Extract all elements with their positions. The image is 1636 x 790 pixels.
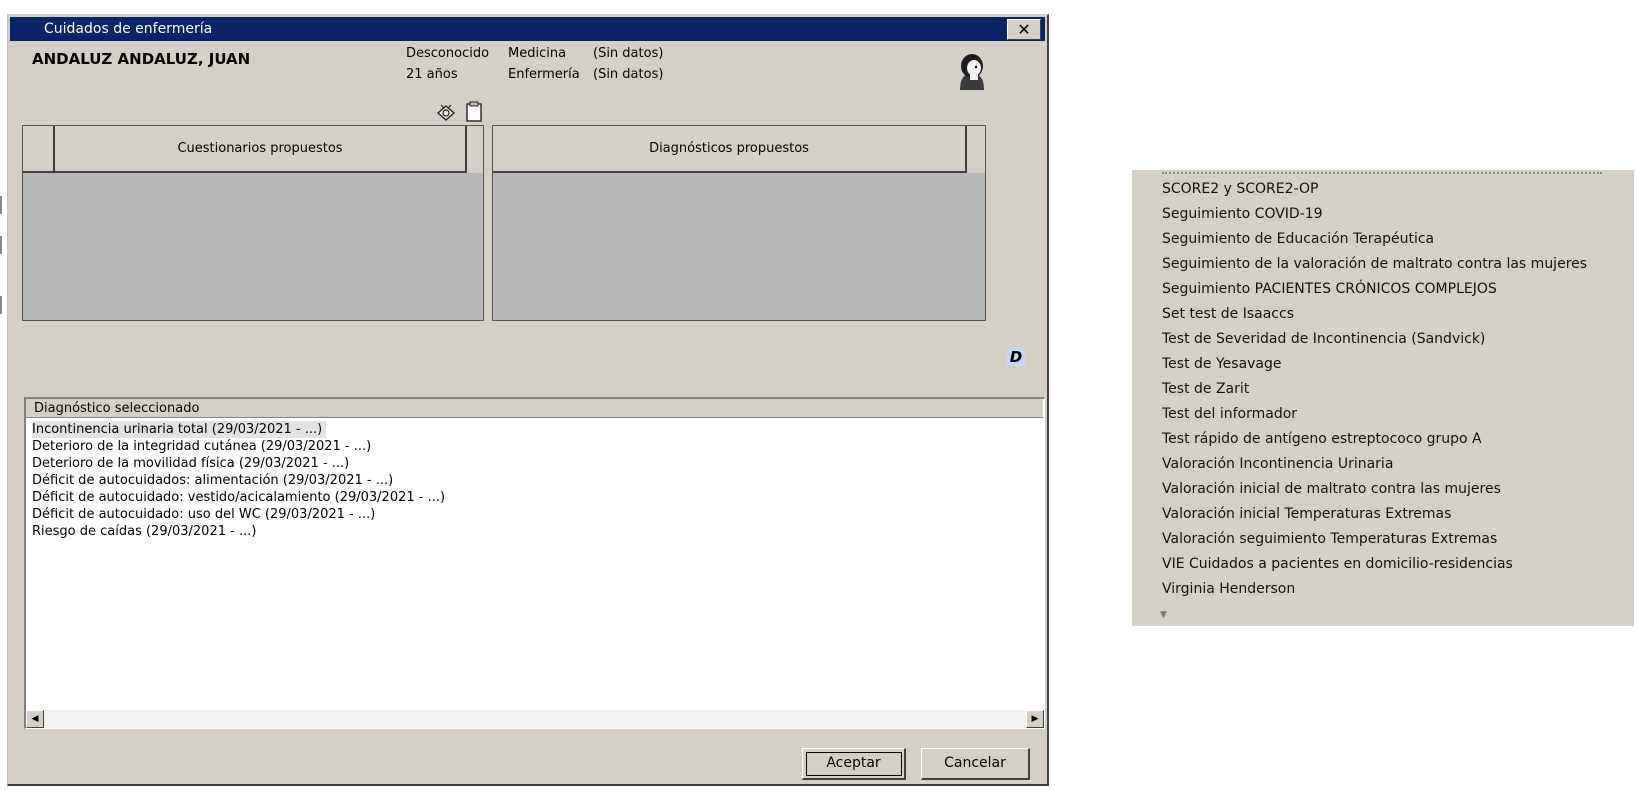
background-edge-mark (0, 236, 2, 254)
clipboard-icon[interactable] (464, 101, 486, 122)
dropdown-item[interactable]: Valoración inicial Temperaturas Extremas (1162, 506, 1451, 522)
dropdown-item[interactable]: Test del informador (1162, 406, 1297, 422)
dropdown-item[interactable]: VIE Cuidados a pacientes en domicilio-re… (1162, 556, 1513, 572)
list-item[interactable]: Deterioro de la integridad cutánea (29/0… (32, 438, 371, 455)
list-item[interactable]: Riesgo de caídas (29/03/2021 - ...) (32, 523, 256, 540)
dropdown-item[interactable]: Valoración inicial de maltrato contra la… (1162, 481, 1501, 497)
scroll-right-icon[interactable]: ▶ (1026, 710, 1044, 728)
list-item[interactable]: Deterioro de la movilidad física (29/03/… (32, 455, 349, 472)
diagnoses-header-filler (967, 126, 985, 173)
d-button[interactable]: D (1007, 348, 1025, 366)
questionnaires-header-filler (467, 126, 483, 173)
diagnoses-panel: Diagnósticos propuestos (492, 125, 986, 321)
accept-button[interactable]: Aceptar (802, 748, 906, 780)
medicina-label: Medicina (508, 46, 567, 61)
list-item[interactable]: Déficit de autocuidado: uso del WC (29/0… (32, 506, 375, 523)
dropdown-item[interactable]: Test de Severidad de Incontinencia (Sand… (1162, 331, 1485, 347)
patient-sex: Desconocido (406, 46, 490, 61)
diagnoses-header[interactable]: Diagnósticos propuestos (493, 126, 967, 173)
cancel-label: Cancelar (944, 755, 1006, 771)
horizontal-scrollbar[interactable]: ◀ ▶ (26, 710, 1044, 728)
close-button[interactable]: ✕ (1007, 19, 1041, 40)
questionnaires-panel: Cuestionarios propuestos (22, 125, 484, 321)
accept-label: Aceptar (826, 755, 881, 771)
selected-diagnosis-list: Diagnóstico seleccionado Incontinencia u… (24, 397, 1045, 729)
toolbar (435, 101, 486, 127)
questionnaire-dropdown-list: SCORE2 y SCORE2-OP Seguimiento COVID-19 … (1132, 170, 1634, 626)
dropdown-item[interactable]: Seguimiento de la valoración de maltrato… (1162, 256, 1587, 272)
dropdown-item[interactable]: SCORE2 y SCORE2-OP (1162, 181, 1318, 197)
medicina-value: (Sin datos) (593, 46, 664, 61)
questionnaires-corner-cell (23, 126, 55, 173)
questionnaires-header[interactable]: Cuestionarios propuestos (55, 126, 467, 173)
dropdown-item[interactable]: Seguimiento PACIENTES CRÓNICOS COMPLEJOS (1162, 281, 1497, 297)
dropdown-item[interactable]: Seguimiento de Educación Terapéutica (1162, 231, 1434, 247)
enfermeria-value: (Sin datos) (593, 67, 664, 82)
dropdown-item[interactable]: Virginia Henderson (1162, 581, 1295, 597)
dropdown-item[interactable]: Valoración Incontinencia Urinaria (1162, 456, 1393, 472)
patient-age: 21 años (406, 67, 458, 82)
patient-avatar-icon (954, 50, 990, 94)
list-item[interactable]: Déficit de autocuidados: alimentación (2… (32, 472, 393, 489)
background-edge-mark (0, 296, 2, 314)
cancel-button[interactable]: Cancelar (921, 748, 1030, 780)
dropdown-item[interactable]: Test rápido de antígeno estreptococo gru… (1162, 431, 1482, 447)
dropdown-item[interactable]: Test de Yesavage (1162, 356, 1282, 372)
diagnosis-tool-icon[interactable] (435, 103, 457, 123)
scroll-down-indicator-icon[interactable]: ▼ (1160, 610, 1167, 620)
dropdown-item[interactable]: Test de Zarit (1162, 381, 1249, 397)
clipped-item-remnant (1162, 170, 1602, 174)
dropdown-item[interactable]: Valoración seguimiento Temperaturas Extr… (1162, 531, 1497, 547)
scroll-left-icon[interactable]: ◀ (26, 710, 44, 728)
selected-diagnosis-header: Diagnóstico seleccionado (26, 399, 1043, 418)
title-bar: Cuidados de enfermería ✕ (10, 17, 1045, 41)
dropdown-item[interactable]: Seguimiento COVID-19 (1162, 206, 1323, 222)
list-item[interactable]: Déficit de autocuidado: vestido/acicalam… (32, 489, 445, 506)
list-item[interactable]: Incontinencia urinaria total (29/03/2021… (32, 421, 327, 438)
background-edge-mark (0, 196, 2, 214)
nursing-care-dialog: Cuidados de enfermería ✕ ANDALUZ ANDALUZ… (7, 14, 1049, 786)
patient-name: ANDALUZ ANDALUZ, JUAN (32, 50, 251, 68)
enfermeria-label: Enfermería (508, 67, 580, 82)
window-title: Cuidados de enfermería (44, 21, 213, 37)
dropdown-item[interactable]: Set test de Isaaccs (1162, 306, 1294, 322)
